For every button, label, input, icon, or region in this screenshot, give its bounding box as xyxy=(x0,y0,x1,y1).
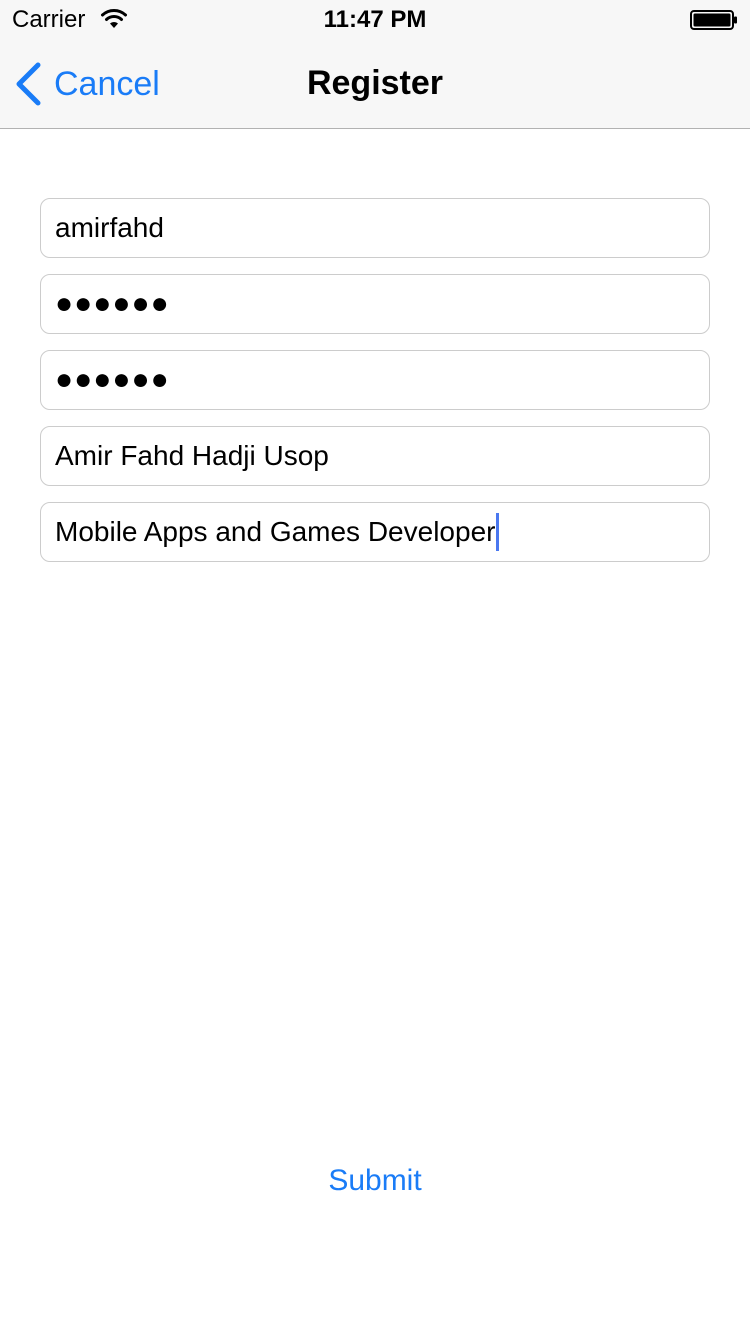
submit-button[interactable]: Submit xyxy=(0,1164,750,1198)
full-name-field[interactable]: Amir Fahd Hadji Usop xyxy=(40,426,710,486)
navigation-bar: Cancel Register xyxy=(0,40,750,129)
register-form: amirfahd ●●●●●● ●●●●●● Amir Fahd Hadji U… xyxy=(40,198,710,578)
battery-icon xyxy=(690,10,737,30)
occupation-field[interactable]: Mobile Apps and Games Developer xyxy=(40,502,710,562)
register-screen: Carrier 11:47 PM Cancel Register amirfah… xyxy=(0,0,750,1334)
full-name-value: Amir Fahd Hadji Usop xyxy=(55,440,329,471)
username-field[interactable]: amirfahd xyxy=(40,198,710,258)
confirm-password-field[interactable]: ●●●●●● xyxy=(40,350,710,410)
confirm-password-value: ●●●●●● xyxy=(55,363,170,396)
status-time: 11:47 PM xyxy=(323,6,427,33)
username-value: amirfahd xyxy=(55,212,164,243)
page-title: Register xyxy=(306,64,444,102)
text-cursor xyxy=(496,513,500,551)
occupation-value: Mobile Apps and Games Developer xyxy=(55,516,496,547)
password-field[interactable]: ●●●●●● xyxy=(40,274,710,334)
status-bar: Carrier 11:47 PM xyxy=(0,0,750,40)
password-value: ●●●●●● xyxy=(55,287,170,320)
